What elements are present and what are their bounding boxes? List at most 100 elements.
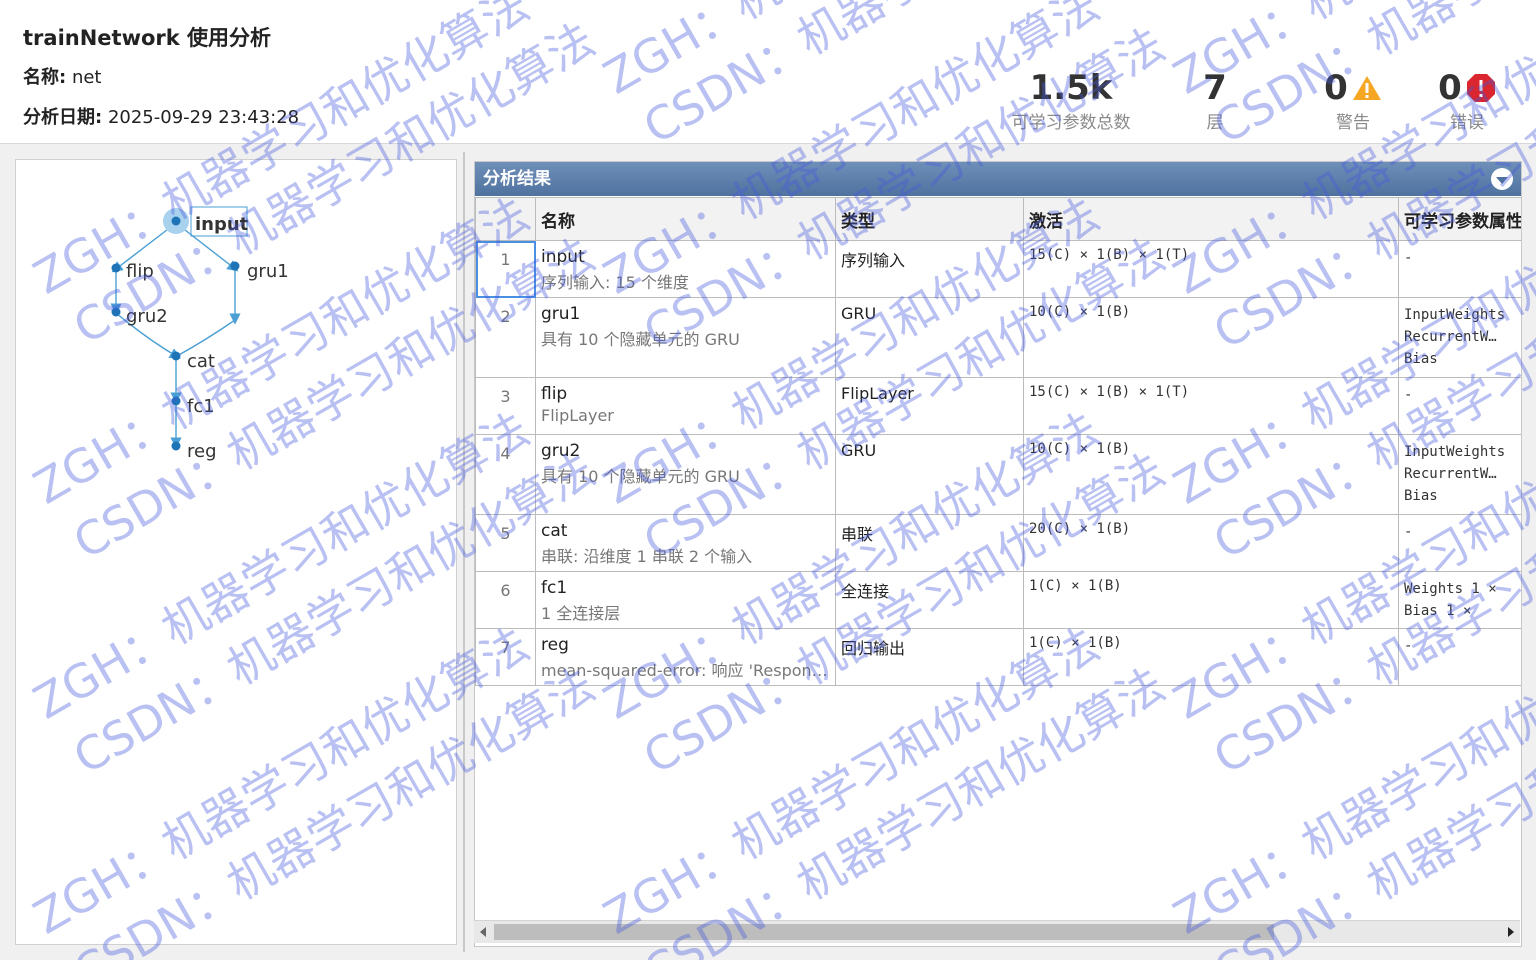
analysis-header: trainNetwork 使用分析 名称: net 分析日期: 2025-09-… — [0, 0, 1536, 144]
graph-label-gru2: gru2 — [126, 306, 168, 327]
layer-learnables: - — [1398, 628, 1521, 686]
table-row[interactable]: 5 cat 串联: 沿维度 1 串联 2 个输入 串联 20(C) × 1(B) … — [475, 514, 1521, 572]
learnable-item: - — [1404, 387, 1413, 403]
row-index: 4 — [475, 434, 536, 515]
layer-activation: 10(C) × 1(B) — [1023, 434, 1399, 515]
layer-learnables: InputWeights RecurrentW… Bias — [1398, 434, 1521, 515]
learnable-item: RecurrentW… — [1404, 329, 1497, 345]
learnable-item: RecurrentW… — [1404, 466, 1497, 482]
layer-description: 序列输入: 15 个维度 — [541, 273, 689, 292]
table-row[interactable]: 2 gru1 具有 10 个隐藏单元的 GRU GRU 10(C) × 1(B) … — [475, 297, 1521, 378]
layer-learnables: - — [1398, 514, 1521, 572]
table-row[interactable]: 3 flip FlipLayer FlipLayer 15(C) × 1(B) ×… — [475, 377, 1521, 435]
row-name-cell: gru2 具有 10 个隐藏单元的 GRU — [535, 434, 836, 515]
layer-learnables: Weights 1 × Bias 1 × — [1398, 571, 1521, 629]
layer-type: 串联 — [835, 514, 1024, 572]
graph-node-reg[interactable] — [171, 441, 181, 451]
graph-node-flip[interactable] — [111, 263, 121, 273]
results-table-viewport[interactable]: 名称 类型 激活 可学习参数属性 1 input 序列输入: 15 个维度 序列输… — [475, 197, 1521, 917]
col-header-index[interactable] — [475, 197, 536, 241]
analysis-date: 分析日期: 2025-09-29 23:43:28 — [23, 103, 299, 129]
learnable-item: - — [1404, 250, 1413, 266]
layer-type: FlipLayer — [835, 377, 1024, 435]
page-title: trainNetwork 使用分析 — [23, 26, 272, 50]
panel-splitter[interactable] — [463, 152, 465, 952]
date-label: 分析日期: — [23, 107, 103, 128]
graph-label-reg: reg — [187, 441, 217, 462]
layer-name: flip — [541, 384, 568, 404]
table-row[interactable]: 6 fc1 1 全连接层 全连接 1(C) × 1(B) Weights 1 × B… — [475, 571, 1521, 629]
learnables-count: 1.5k — [1029, 68, 1113, 108]
scrollbar-thumb[interactable] — [494, 924, 1274, 940]
name-label: 名称: — [23, 67, 67, 88]
col-header-name[interactable]: 名称 — [535, 197, 836, 241]
row-name-cell: reg mean-squared-error: 响应 'Respon… — [535, 628, 836, 686]
name-value: net — [71, 67, 102, 88]
collapse-button[interactable] — [1491, 168, 1513, 190]
network-graph[interactable]: input flip gru1 gru2 cat fc1 reg — [16, 160, 456, 944]
layer-description: mean-squared-error: 响应 'Respon… — [541, 661, 828, 680]
row-index: 6 — [475, 571, 536, 629]
layer-activation: 15(C) × 1(B) × 1(T) — [1023, 240, 1399, 298]
errors-label: 错误 — [1450, 113, 1484, 133]
graph-node-cat[interactable] — [171, 351, 181, 361]
layer-activation: 15(C) × 1(B) × 1(T) — [1023, 377, 1399, 435]
col-header-learnables[interactable]: 可学习参数属性 — [1398, 197, 1521, 241]
learnable-item: Bias — [1404, 488, 1438, 504]
col-header-activation[interactable]: 激活 — [1023, 197, 1399, 241]
learnables-label: 可学习参数总数 — [1011, 113, 1131, 133]
scroll-left-icon[interactable] — [480, 927, 486, 937]
layer-description: 具有 10 个隐藏单元的 GRU — [541, 467, 740, 486]
layer-learnables: - — [1398, 377, 1521, 435]
table-header-row: 名称 类型 激活 可学习参数属性 — [475, 197, 1521, 241]
layer-description: FlipLayer — [541, 406, 614, 425]
network-graph-panel[interactable]: input flip gru1 gru2 cat fc1 reg — [15, 159, 457, 945]
layer-learnables: - — [1398, 240, 1521, 298]
warnings-stat[interactable]: 0 警告 — [1318, 68, 1388, 133]
layers-count: 7 — [1203, 68, 1227, 108]
layer-type: 序列输入 — [835, 240, 1024, 298]
layer-type: 回归输出 — [835, 628, 1024, 686]
results-table: 名称 类型 激活 可学习参数属性 1 input 序列输入: 15 个维度 序列输… — [475, 197, 1521, 686]
analysis-results-panel: 分析结果 名称 类型 激活 可学习参数属性 1 input 序列输入: 15 个维… — [474, 161, 1522, 947]
layer-description: 串联: 沿维度 1 串联 2 个输入 — [541, 547, 753, 566]
error-icon — [1466, 74, 1495, 102]
learnables-stat: 1.5k 可学习参数总数 — [1005, 68, 1137, 133]
layer-name: reg — [541, 635, 569, 655]
graph-node-fc1[interactable] — [171, 396, 181, 406]
layer-type: GRU — [835, 434, 1024, 515]
learnable-item: InputWeights — [1404, 307, 1506, 323]
layer-learnables: InputWeights RecurrentW… Bias — [1398, 297, 1521, 378]
table-row[interactable]: 7 reg mean-squared-error: 响应 'Respon… 回归输… — [475, 628, 1521, 686]
layer-description: 具有 10 个隐藏单元的 GRU — [541, 330, 740, 349]
chevron-down-icon — [1496, 177, 1508, 184]
row-index: 3 — [475, 377, 536, 435]
table-row[interactable]: 1 input 序列输入: 15 个维度 序列输入 15(C) × 1(B) × … — [475, 240, 1521, 298]
col-header-type[interactable]: 类型 — [835, 197, 1024, 241]
layer-activation: 20(C) × 1(B) — [1023, 514, 1399, 572]
errors-stat[interactable]: 0 错误 — [1432, 68, 1502, 133]
row-index: 2 — [475, 297, 536, 378]
horizontal-scrollbar[interactable] — [474, 920, 1520, 943]
layers-label: 层 — [1206, 113, 1224, 133]
graph-node-gru2[interactable] — [111, 307, 121, 317]
row-name-cell: flip FlipLayer — [535, 377, 836, 435]
results-header: 分析结果 — [475, 162, 1521, 196]
table-row[interactable]: 4 gru2 具有 10 个隐藏单元的 GRU GRU 10(C) × 1(B) … — [475, 434, 1521, 515]
row-name-cell: input 序列输入: 15 个维度 — [535, 240, 836, 298]
layer-description: 1 全连接层 — [541, 604, 621, 623]
warnings-label: 警告 — [1336, 113, 1370, 133]
scroll-right-icon[interactable] — [1508, 927, 1514, 937]
learnable-item: Weights 1 × — [1404, 581, 1497, 597]
graph-label-input: input — [195, 214, 249, 235]
learnable-item: Bias 1 × — [1404, 603, 1472, 619]
errors-count: 0 — [1438, 68, 1462, 108]
learnable-item: InputWeights — [1404, 444, 1506, 460]
graph-node-input[interactable] — [171, 216, 181, 226]
row-name-cell: gru1 具有 10 个隐藏单元的 GRU — [535, 297, 836, 378]
row-index: 5 — [475, 514, 536, 572]
graph-node-gru1[interactable] — [230, 261, 240, 271]
layer-name: input — [541, 247, 585, 267]
layer-name: gru2 — [541, 441, 581, 461]
layer-name: cat — [541, 521, 568, 541]
